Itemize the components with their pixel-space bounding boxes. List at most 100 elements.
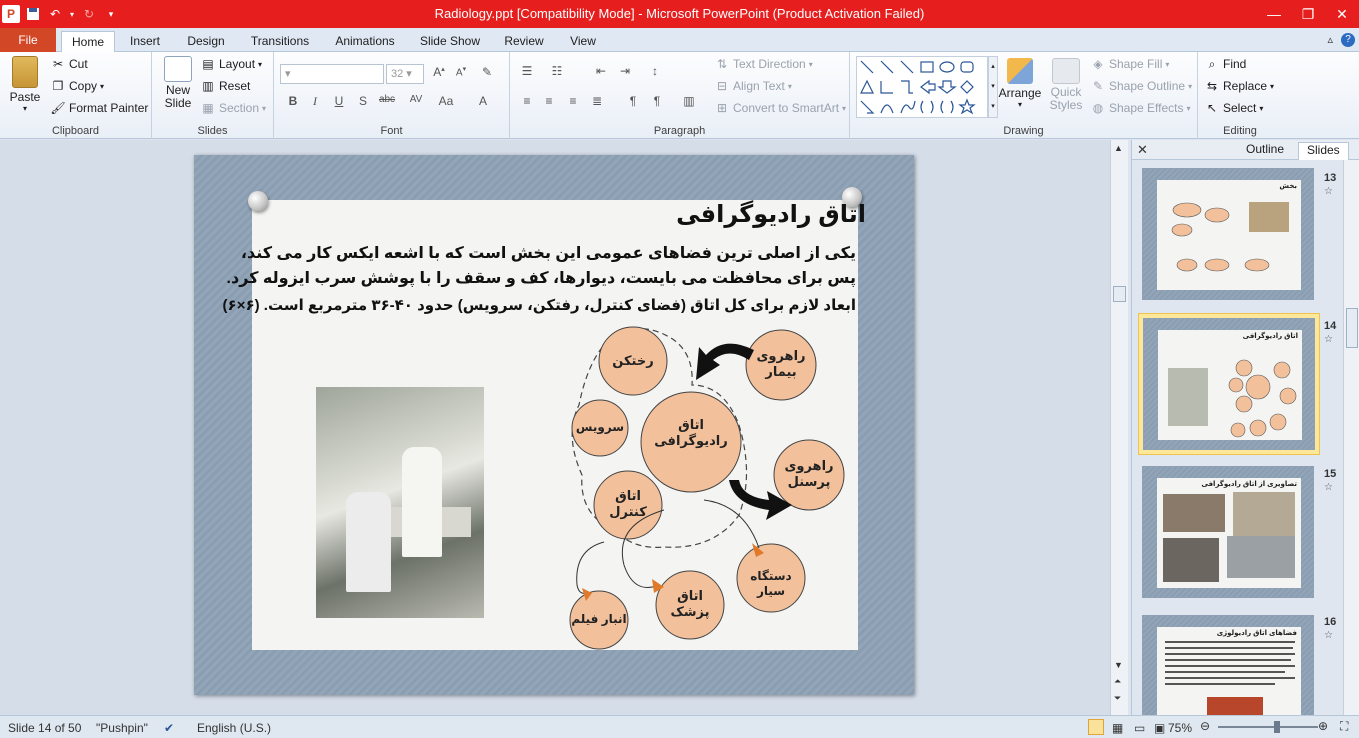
ltr-icon[interactable]: ¶ [624, 94, 642, 112]
find-label: Find [1223, 57, 1247, 71]
minimize-ribbon-icon[interactable]: ▵ [1327, 33, 1333, 47]
paste-button[interactable]: Paste ▾ [6, 56, 44, 113]
maximize-button[interactable]: ❐ [1291, 0, 1325, 28]
reset-button[interactable]: ▥ Reset [200, 78, 250, 94]
zoom-level[interactable]: 75% [1168, 721, 1192, 735]
reading-view-icon[interactable]: ▭ [1134, 721, 1145, 735]
decrease-indent-icon[interactable]: ⇤ [592, 64, 610, 82]
previous-slide-icon[interactable]: ⏶ [1114, 676, 1121, 687]
shape-outline-button[interactable]: ✎ Shape Outline ▾ [1090, 78, 1192, 94]
new-slide-icon [164, 56, 192, 82]
language[interactable]: English (U.S.) [197, 721, 271, 735]
pane-scrollbar[interactable] [1343, 160, 1359, 715]
new-slide-button[interactable]: New Slide [156, 56, 200, 110]
label-dressing: رختکن [612, 353, 654, 368]
pane-scroll-thumb[interactable] [1346, 308, 1358, 348]
tab-design[interactable]: Design [180, 31, 232, 52]
next-slide-icon[interactable]: ⏷ [1114, 693, 1121, 704]
select-button[interactable]: ↖ Select ▾ [1204, 100, 1263, 116]
tab-review[interactable]: Review [500, 31, 548, 52]
help-icon[interactable]: ? [1341, 33, 1355, 47]
align-right-icon[interactable]: ≡ [564, 94, 582, 112]
close-pane-icon[interactable]: ✕ [1137, 142, 1148, 158]
justify-icon[interactable]: ≣ [588, 94, 606, 112]
cut-button[interactable]: ✂ Cut [50, 56, 88, 72]
shapes-gallery-icon [860, 60, 976, 115]
font-size-combo[interactable]: 32 ▾ [386, 64, 424, 84]
rtl-icon[interactable]: ¶ [648, 94, 666, 112]
thumbnail-image: اتاق رادیوگرافی [1143, 318, 1315, 450]
scroll-up-icon[interactable]: ▲ [1114, 143, 1123, 153]
slideshow-view-icon[interactable]: ▣ [1154, 721, 1165, 735]
layout-button[interactable]: ▤ Layout ▾ [200, 56, 262, 72]
window-controls: — ❐ ✕ [1257, 0, 1359, 28]
numbering-icon[interactable]: ☷ [548, 64, 566, 82]
arrange-button[interactable]: Arrange ▾ [996, 54, 1044, 109]
line-spacing-icon[interactable]: ↕ [646, 64, 664, 82]
fit-to-window-icon[interactable]: ⛶ [1340, 719, 1348, 734]
tab-animations[interactable]: Animations [330, 31, 400, 52]
effects-icon: ◍ [1092, 101, 1104, 115]
tab-view[interactable]: View [562, 31, 604, 52]
slide-canvas[interactable]: اتاق رادیوگرافی یکی از اصلی ترین فضاهای … [194, 155, 914, 695]
zoom-slider-knob[interactable] [1274, 721, 1280, 733]
replace-button[interactable]: ⇆ Replace ▾ [1204, 78, 1274, 94]
align-text-button[interactable]: ⊟ Align Text ▾ [714, 78, 792, 94]
quick-styles-button[interactable]: Quick Styles [1046, 54, 1086, 112]
bold-icon[interactable]: B [284, 94, 302, 112]
zoom-out-icon[interactable]: ⊖ [1200, 719, 1210, 733]
columns-icon[interactable]: ▥ [680, 94, 698, 112]
scroll-down-icon[interactable]: ▼ [1114, 660, 1123, 670]
format-painter-button[interactable]: 🖌 Format Painter [50, 100, 148, 116]
increase-indent-icon[interactable]: ⇥ [616, 64, 634, 82]
tab-slide-show[interactable]: Slide Show [416, 31, 484, 52]
align-left-icon[interactable]: ≡ [518, 94, 536, 112]
zoom-in-icon[interactable]: ⊕ [1318, 719, 1328, 733]
tab-file[interactable]: File [0, 28, 56, 52]
section-button[interactable]: ▦ Section ▾ [200, 100, 266, 116]
zoom-slider[interactable] [1218, 721, 1318, 733]
tab-home[interactable]: Home [61, 31, 115, 52]
strikethrough-icon[interactable]: abc [376, 94, 398, 112]
find-button[interactable]: ⌕ Find [1204, 56, 1247, 72]
font-name-combo[interactable]: ▾ [280, 64, 384, 84]
normal-view-icon[interactable] [1088, 719, 1104, 735]
text-direction-button[interactable]: ⇅ Text Direction ▾ [714, 56, 813, 72]
convert-smartart-button[interactable]: ⊞ Convert to SmartArt ▾ [714, 100, 846, 116]
slide-thumbnail-15[interactable]: تصاویری از اتاق رادیوگرافی [1138, 462, 1320, 604]
editor-scroll-thumb[interactable] [1113, 286, 1126, 302]
group-editing: ⌕ Find ⇆ Replace ▾ ↖ Select ▾ Editing [1198, 52, 1282, 139]
shadow-icon[interactable]: S [354, 94, 372, 112]
clear-formatting-icon[interactable]: ✎ [478, 65, 496, 83]
spellcheck-icon[interactable]: ✔ [164, 721, 174, 735]
copy-button[interactable]: ❐ Copy ▾ [50, 78, 104, 94]
editor-vertical-scrollbar[interactable]: ▲ ▼ ⏶ ⏷ [1110, 140, 1128, 715]
slide-thumbnail-13[interactable]: بخش [1138, 164, 1320, 306]
slide-thumbnail-14[interactable]: اتاق رادیوگرافی [1138, 313, 1320, 455]
underline-icon[interactable]: U [330, 94, 348, 112]
shape-effects-button[interactable]: ◍ Shape Effects ▾ [1090, 100, 1191, 116]
shape-fill-button[interactable]: ◈ Shape Fill ▾ [1090, 56, 1169, 72]
tab-transitions[interactable]: Transitions [246, 31, 314, 52]
shapes-gallery[interactable] [856, 56, 988, 118]
tab-outline[interactable]: Outline [1246, 142, 1284, 156]
italic-icon[interactable]: I [306, 94, 324, 112]
grow-font-icon[interactable]: A▴ [430, 65, 448, 83]
slide-thumbnail-16[interactable]: فضاهای اتاق رادیولوژی [1138, 611, 1320, 715]
close-button[interactable]: ✕ [1325, 0, 1359, 28]
minimize-button[interactable]: — [1257, 0, 1291, 28]
shrink-font-icon[interactable]: A▾ [452, 65, 470, 83]
change-case-icon[interactable]: Aa [434, 94, 458, 112]
group-clipboard: Paste ▾ ✂ Cut ❐ Copy ▾ 🖌 Format Painter Clip… [0, 52, 152, 139]
character-spacing-icon[interactable]: AV [404, 94, 428, 112]
font-color-icon[interactable]: A [474, 94, 492, 112]
text-direction-icon: ⇅ [716, 57, 728, 71]
bullets-icon[interactable]: ☰ [518, 64, 536, 82]
thumbnail-paper: اتاق رادیوگرافی [1158, 330, 1302, 440]
label-control: اتاق کنترل [609, 488, 647, 520]
tab-slides[interactable]: Slides [1298, 142, 1349, 160]
group-slides: New Slide ▤ Layout ▾ ▥ Reset ▦ Section ▾ Slid… [152, 52, 274, 139]
align-center-icon[interactable]: ≡ [540, 94, 558, 112]
tab-insert[interactable]: Insert [122, 31, 168, 52]
slide-sorter-icon[interactable]: ▦ [1112, 721, 1123, 735]
